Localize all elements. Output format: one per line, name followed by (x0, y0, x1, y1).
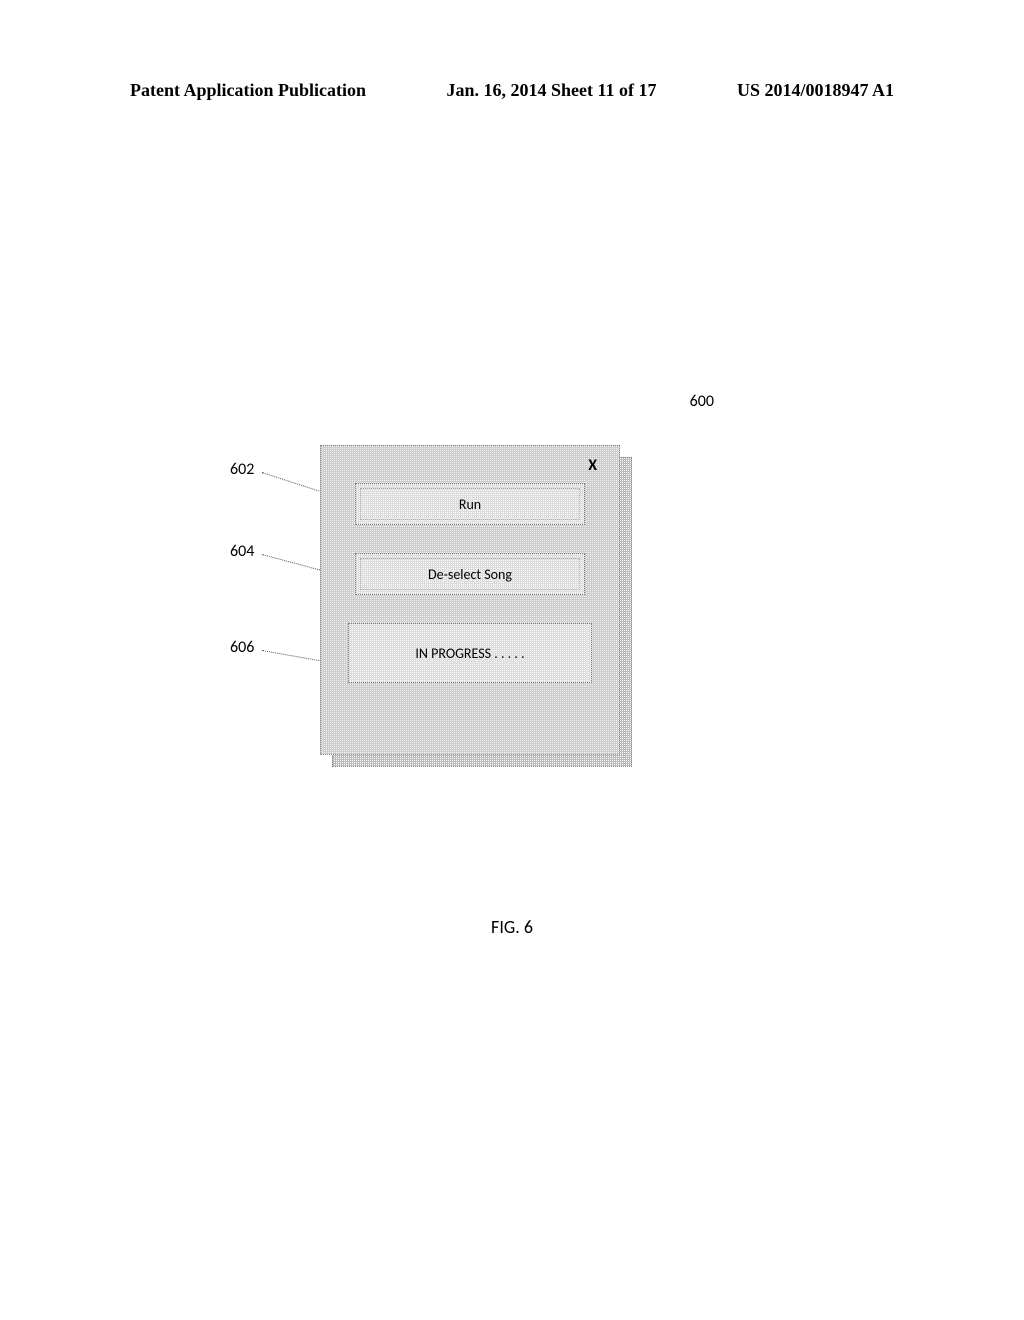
run-button[interactable]: Run (355, 483, 585, 525)
close-icon[interactable]: X (341, 456, 599, 475)
dialog-panel: X Run De-select Song IN PROGRESS . . . .… (320, 445, 620, 755)
header-publication: Patent Application Publication (130, 80, 366, 101)
callout-602: 602 (230, 460, 254, 479)
panel-main: X Run De-select Song IN PROGRESS . . . .… (320, 445, 620, 755)
deselect-song-button[interactable]: De-select Song (355, 553, 585, 595)
callout-606: 606 (230, 638, 254, 657)
header-patent-number: US 2014/0018947 A1 (737, 80, 894, 101)
lead-line-602 (262, 472, 329, 495)
page-header: Patent Application Publication Jan. 16, … (0, 80, 1024, 101)
header-date-sheet: Jan. 16, 2014 Sheet 11 of 17 (446, 80, 656, 101)
lead-line-604 (262, 554, 328, 573)
figure-reference-600: 600 (690, 392, 714, 411)
figure-caption: FIG. 6 (0, 916, 1024, 938)
callout-604: 604 (230, 542, 254, 561)
in-progress-status: IN PROGRESS . . . . . (348, 623, 592, 683)
